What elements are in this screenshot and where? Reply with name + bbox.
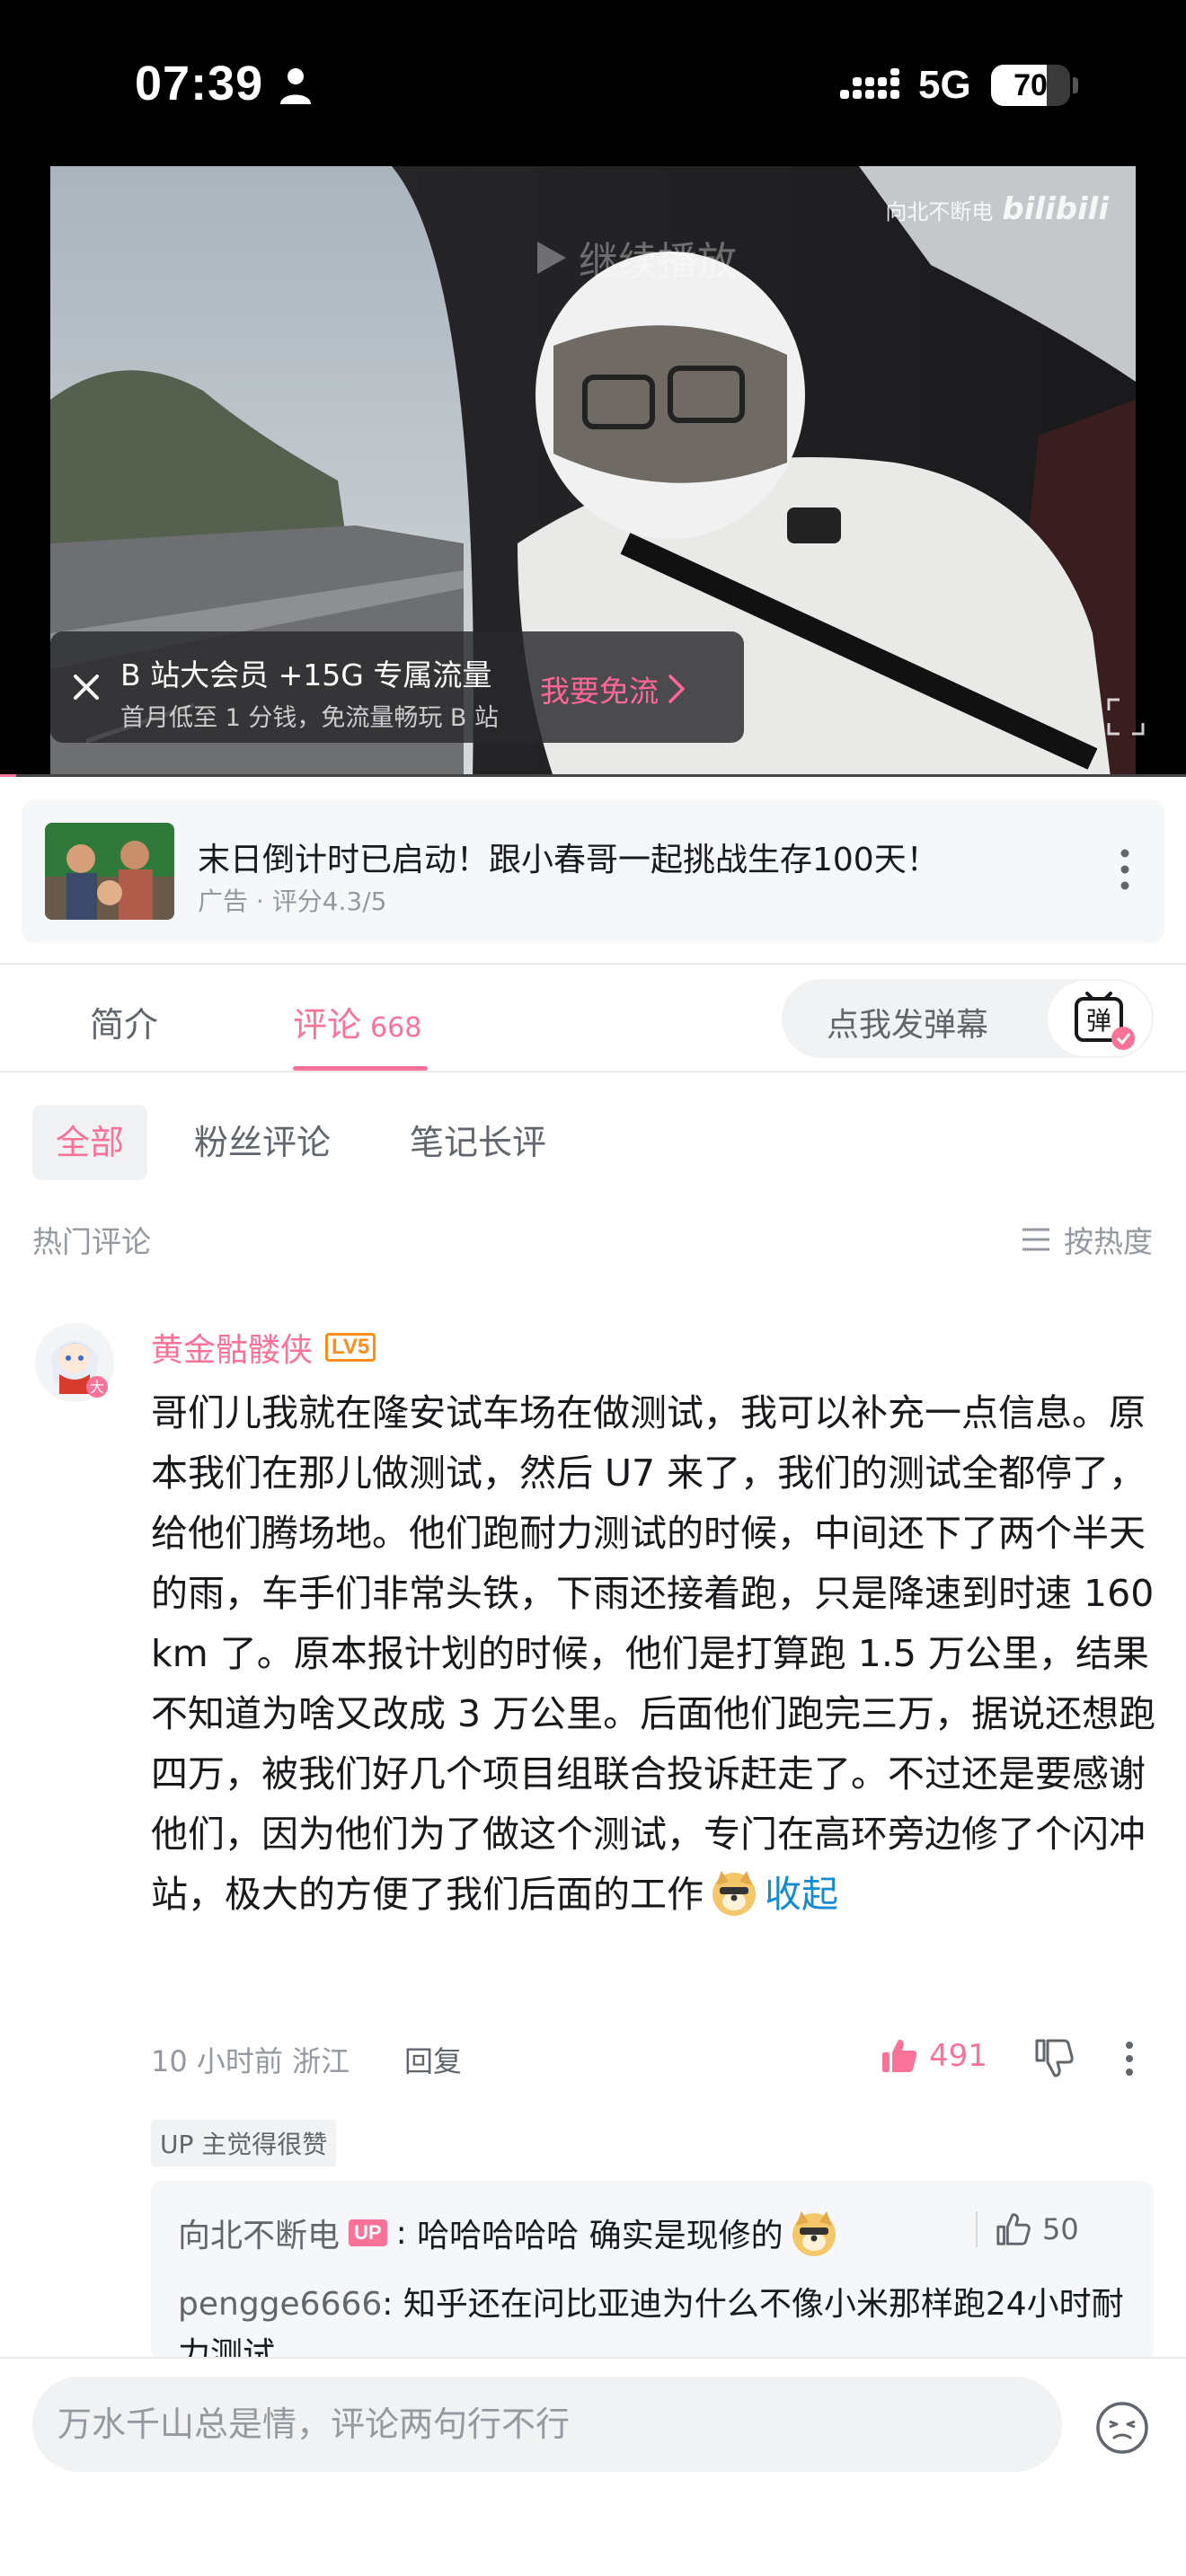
avatar[interactable]: 大 [32, 1320, 117, 1405]
close-icon[interactable] [65, 666, 108, 709]
like-count: 491 [929, 2038, 987, 2074]
danmaku-icon: 弹 [1075, 992, 1135, 1050]
ad-meta: 广告 · 评分4.3/5 [198, 887, 387, 916]
comment-input[interactable] [58, 2377, 1037, 2472]
watermark-brand: bilibili [1002, 191, 1109, 227]
like-button[interactable]: 491 [881, 2037, 987, 2075]
filter-fans[interactable]: 粉丝评论 [171, 1105, 354, 1180]
promo-cta-label: 我要免流 [540, 674, 659, 709]
emoji-icon[interactable] [1094, 2400, 1150, 2456]
person-icon [280, 68, 311, 104]
up-tag: UP [349, 2219, 387, 2246]
battery-tip [1073, 77, 1078, 93]
vip-promo-banner[interactable]: B 站大会员 +15G 专属流量 首月低至 1 分钱，免流量畅玩 B 站 我要免… [50, 631, 744, 743]
danmaku-placeholder: 点我发弹幕 [827, 1007, 989, 1044]
more-vertical-icon[interactable] [1123, 2039, 1136, 2078]
svg-text:大: 大 [90, 1379, 104, 1396]
up-liked-badge: UP 主觉得很赞 [151, 2120, 337, 2166]
filter-all[interactable]: 全部 [32, 1105, 148, 1180]
video-progress-fill [0, 774, 16, 777]
comment-author-name: 黄金骷髅侠 [151, 1332, 314, 1369]
ad-title: 末日倒计时已启动！跟小春哥一起挑战生存100天！ [198, 842, 939, 878]
more-vertical-icon[interactable] [1116, 844, 1134, 895]
thumbs-up-icon [996, 2213, 1031, 2245]
level-badge: LV5 [325, 1333, 376, 1362]
tab-comments[interactable]: 评论 668 [293, 997, 421, 1046]
promo-cta-button[interactable]: 我要免流 [540, 667, 686, 710]
reply-like-button[interactable]: 50 [976, 2211, 1079, 2247]
network-type: 5G [918, 63, 971, 107]
reply-author[interactable]: pengge6666 [178, 2286, 382, 2323]
ad-card[interactable]: 末日倒计时已启动！跟小春哥一起挑战生存100天！ 广告 · 评分4.3/5 [22, 799, 1164, 943]
comments-count: 668 [370, 1012, 422, 1044]
doge-emoji-icon [792, 2211, 836, 2256]
video-progress-bar[interactable] [0, 774, 1186, 777]
tab-intro[interactable]: 简介 [90, 997, 158, 1046]
reply-like-count: 50 [1042, 2212, 1079, 2246]
danmaku-toggle-button[interactable]: 弹 [1046, 979, 1154, 1058]
reply-item[interactable]: 向北不断电 UP : 哈哈哈哈哈 确实是现修的 [178, 2208, 845, 2258]
video-watermark: 向北不断电 bilibili [885, 191, 1109, 227]
watermark-channel: 向北不断电 [885, 198, 994, 225]
app-root: 07:39 5G 70 向北不断电 bilibili 继续播放 B 站大会员 +… [0, 0, 1186, 2576]
play-icon [537, 242, 566, 274]
divider [0, 1071, 1186, 1072]
chevron-right-icon [668, 675, 686, 703]
collapse-link[interactable]: 收起 [765, 1873, 838, 1916]
comment-input-container[interactable] [32, 2377, 1062, 2472]
reply-text: 哈哈哈哈哈 确实是现修的 [417, 2218, 783, 2254]
resume-label: 继续播放 [579, 239, 737, 285]
comment-input-bar [0, 2357, 1186, 2576]
comment-text: 哥们儿我就在隆安试车场在做测试，我可以补充一点信息。原本我们在那儿做测试，然后 … [151, 1383, 1157, 1925]
danmaku-input[interactable]: 点我发弹幕 弹 [782, 979, 1154, 1058]
doge-emoji-icon [712, 1871, 756, 1916]
thumbs-down-icon[interactable] [1033, 2037, 1075, 2078]
replies-panel[interactable]: 向北不断电 UP : 哈哈哈哈哈 确实是现修的 50 pengge6666: 知… [151, 2181, 1154, 2360]
danmaku-icon-label: 弹 [1086, 1006, 1111, 1036]
divider [0, 963, 1186, 965]
reply-button[interactable]: 回复 [404, 2039, 462, 2080]
resume-playback-hint[interactable]: 继续播放 [535, 229, 737, 287]
battery-level: 70 [1013, 68, 1048, 102]
status-bar: 07:39 5G 70 [0, 0, 1186, 166]
battery-icon: 70 [991, 65, 1070, 106]
sort-label: 按热度 [1064, 1224, 1153, 1259]
status-time: 07:39 [135, 57, 264, 110]
signal-icon [840, 68, 899, 99]
reply-item[interactable]: pengge6666: 知乎还在问比亚迪为什么不像小米那样跑24小时耐力测试 [178, 2280, 1130, 2360]
fullscreen-icon[interactable] [1103, 694, 1148, 739]
filter-notes[interactable]: 笔记长评 [386, 1105, 570, 1180]
tab-comments-label: 评论 [293, 1005, 362, 1045]
thumbs-up-icon [882, 2039, 917, 2072]
promo-subtitle: 首月低至 1 分钱，免流量畅玩 B 站 [120, 704, 500, 732]
sort-button[interactable]: 按热度 [1021, 1218, 1153, 1261]
reply-colon: : [395, 2214, 418, 2252]
comment-author[interactable]: 黄金骷髅侠 LV5 [151, 1324, 376, 1371]
comment-time-location: 10 小时前 浙江 [151, 2044, 350, 2078]
reply-author[interactable]: 向北不断电 [178, 2210, 340, 2256]
sort-icon [1022, 1228, 1049, 1251]
video-player[interactable]: 向北不断电 bilibili 继续播放 B 站大会员 +15G 专属流量 首月低… [0, 166, 1186, 777]
ad-thumbnail [45, 823, 174, 920]
hot-comments-label: 热门评论 [32, 1224, 151, 1259]
reply-colon: : [382, 2286, 403, 2323]
comment-body: 哥们儿我就在隆安试车场在做测试，我可以补充一点信息。原本我们在那儿做测试，然后 … [151, 1391, 1156, 1916]
promo-title: B 站大会员 +15G 专属流量 [120, 657, 492, 693]
